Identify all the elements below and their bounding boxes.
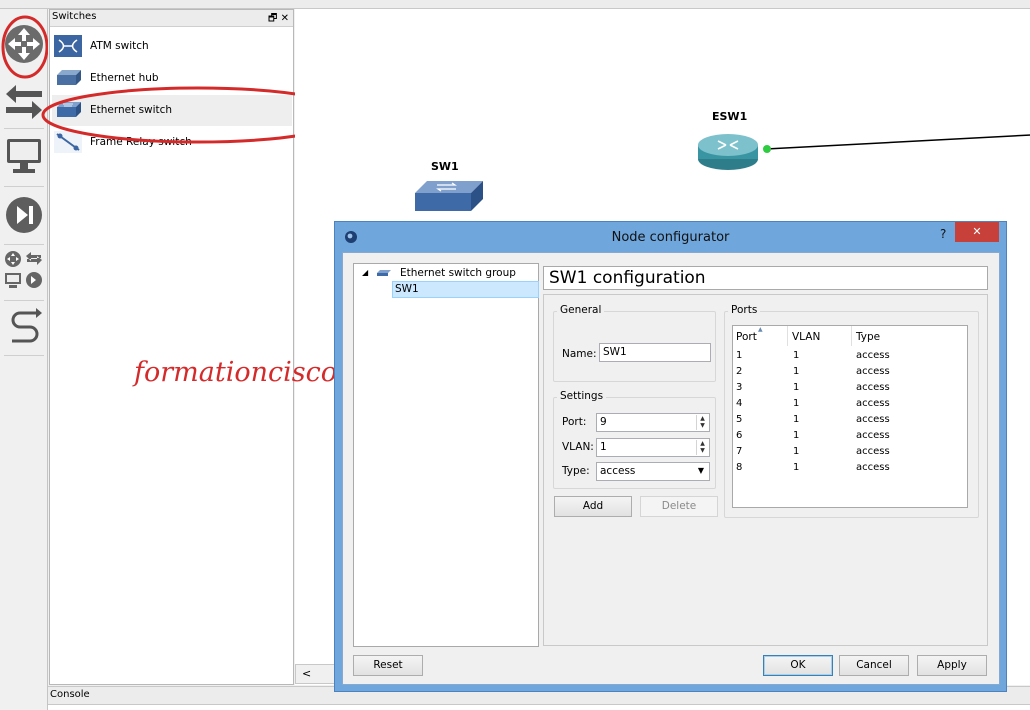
column-header-type[interactable]: Type <box>856 331 880 343</box>
tree-item-sw1[interactable]: SW1 <box>392 281 539 298</box>
spin-arrows-icon[interactable]: ▲ ▼ <box>696 440 708 455</box>
watermark-text: formationcisco.fr <box>134 357 368 388</box>
dialog-title: Node configurator <box>611 230 730 245</box>
link-line[interactable] <box>761 129 1030 159</box>
dock-title-bar: Switches 🗗 ✕ <box>50 10 293 27</box>
close-dock-icon[interactable]: ✕ <box>281 13 289 24</box>
sort-ascending-icon: ▲ <box>758 326 763 333</box>
port-spinbox[interactable]: 9 ▲ ▼ <box>596 413 710 432</box>
table-row[interactable]: 2 1 access <box>733 366 963 382</box>
table-row[interactable]: 3 1 access <box>733 382 963 398</box>
type-value: access <box>600 465 636 477</box>
column-header-vlan[interactable]: VLAN <box>792 331 820 343</box>
dialog-body: ◢ Ethernet switch group SW1 SW1 configur… <box>342 252 1000 685</box>
node-label-sw1: SW1 <box>431 160 459 173</box>
vlan-spinbox[interactable]: 1 ▲ ▼ <box>596 438 710 457</box>
node-configurator-dialog: Node configurator ? ✕ ◢ Ethernet switch … <box>334 221 1007 692</box>
table-row[interactable]: 7 1 access <box>733 446 963 462</box>
table-row[interactable]: 5 1 access <box>733 414 963 430</box>
top-toolbar <box>0 0 1030 9</box>
ports-group-title: Ports <box>728 304 761 316</box>
general-group-title: General <box>557 304 605 316</box>
port-value: 9 <box>600 416 607 428</box>
all-devices-tool-icon[interactable] <box>2 249 46 293</box>
table-row[interactable]: 4 1 access <box>733 398 963 414</box>
annotation-circle-icon <box>1 15 48 79</box>
dock-title: Switches <box>52 11 97 22</box>
add-button[interactable]: Add <box>554 496 632 517</box>
cancel-button[interactable]: Cancel <box>839 655 909 676</box>
name-field[interactable]: SW1 <box>599 343 711 362</box>
spin-arrows-icon[interactable]: ▲ ▼ <box>696 415 708 430</box>
apply-button[interactable]: Apply <box>917 655 987 676</box>
tree-expand-icon[interactable]: ◢ <box>362 268 368 277</box>
security-devices-tool-icon[interactable] <box>2 193 46 237</box>
vlan-label: VLAN: <box>562 441 594 453</box>
ethernet-switch-icon[interactable] <box>413 179 485 213</box>
type-label: Type: <box>562 465 590 477</box>
tree-group-label[interactable]: Ethernet switch group <box>400 267 516 279</box>
settings-group-title: Settings <box>557 390 607 402</box>
atm-switch-icon <box>54 35 82 57</box>
settings-group: Settings Port: 9 ▲ ▼ VLAN: 1 ▲ ▼ Type: acc… <box>553 390 716 489</box>
ports-table[interactable]: ▲ Port VLAN Type 1 1 access 2 1 access 3 1 acc… <box>732 325 968 508</box>
name-label: Name: <box>562 348 597 360</box>
delete-button[interactable]: Delete <box>640 496 718 517</box>
node-tree[interactable]: ◢ Ethernet switch group SW1 <box>353 263 539 647</box>
router-icon[interactable] <box>696 129 766 173</box>
dialog-title-bar: Node configurator ? ✕ <box>335 222 1006 251</box>
canvas-scroll-left[interactable]: < <box>295 664 335 684</box>
config-heading: SW1 configuration <box>543 266 988 290</box>
port-label: Port: <box>562 416 587 428</box>
close-button[interactable]: ✕ <box>955 222 999 242</box>
ok-button[interactable]: OK <box>763 655 833 676</box>
vlan-value: 1 <box>600 441 607 453</box>
node-label-esw1: ESW1 <box>712 110 748 123</box>
add-link-tool-icon[interactable] <box>2 305 46 349</box>
type-select[interactable]: access ▼ <box>596 462 710 481</box>
chevron-down-icon: ▼ <box>697 466 704 475</box>
float-dock-icon[interactable]: 🗗 <box>268 13 277 24</box>
ethernet-switch-icon <box>377 270 391 276</box>
table-row[interactable]: 1 1 access <box>733 350 963 366</box>
column-header-port[interactable]: Port <box>736 331 757 343</box>
switch-item-label: ATM switch <box>90 40 149 52</box>
general-group: General Name: SW1 <box>553 304 716 382</box>
table-row[interactable]: 8 1 access <box>733 462 963 478</box>
console-area[interactable] <box>48 704 1030 710</box>
switch-item-label: Ethernet hub <box>90 72 159 84</box>
table-row[interactable]: 6 1 access <box>733 430 963 446</box>
config-area: General Name: SW1 Settings Port: 9 ▲ ▼ VL… <box>543 294 988 646</box>
help-button[interactable]: ? <box>940 227 946 241</box>
reset-button[interactable]: Reset <box>353 655 423 676</box>
switch-item-atm[interactable]: ATM switch <box>52 31 292 62</box>
